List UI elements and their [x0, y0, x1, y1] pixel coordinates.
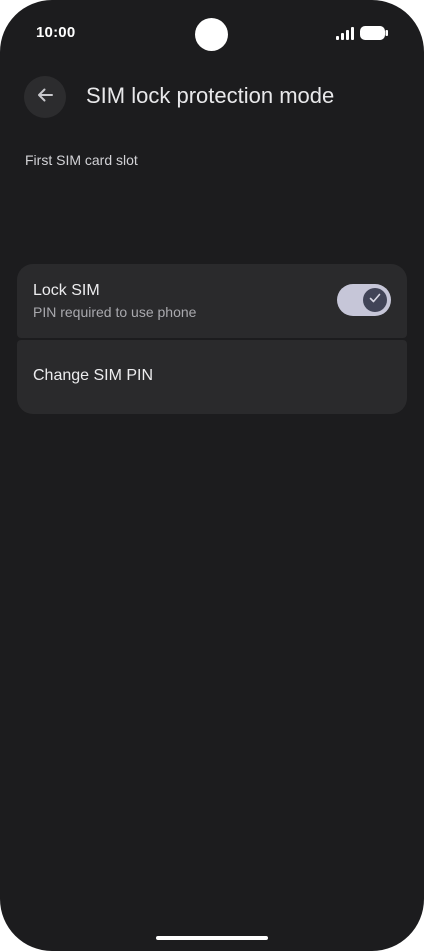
status-icons [336, 26, 388, 40]
section-label: First SIM card slot [25, 152, 138, 168]
camera-cutout [195, 18, 228, 51]
change-sim-pin-row[interactable]: Change SIM PIN [17, 340, 407, 414]
home-indicator[interactable] [156, 936, 268, 940]
status-time: 10:00 [36, 24, 76, 41]
settings-list: Lock SIM PIN required to use phone Chang… [17, 264, 407, 414]
battery-icon [360, 26, 388, 40]
lock-sim-subtitle: PIN required to use phone [33, 304, 197, 320]
toggle-thumb [363, 288, 387, 312]
app-bar: SIM lock protection mode [0, 72, 424, 122]
phone-screen: 10:00 SIM lock protection mode First SIM… [0, 0, 424, 951]
change-sim-pin-title: Change SIM PIN [33, 367, 154, 384]
page-title: SIM lock protection mode [86, 83, 335, 108]
lock-sim-toggle[interactable] [337, 284, 391, 316]
back-button[interactable] [24, 76, 66, 118]
check-icon [368, 291, 382, 310]
arrow-back-icon [35, 85, 55, 110]
lock-sim-title: Lock SIM [33, 282, 100, 299]
lock-sim-row[interactable]: Lock SIM PIN required to use phone [17, 264, 407, 338]
signal-icon [336, 26, 354, 40]
status-bar: 10:00 [0, 0, 424, 64]
